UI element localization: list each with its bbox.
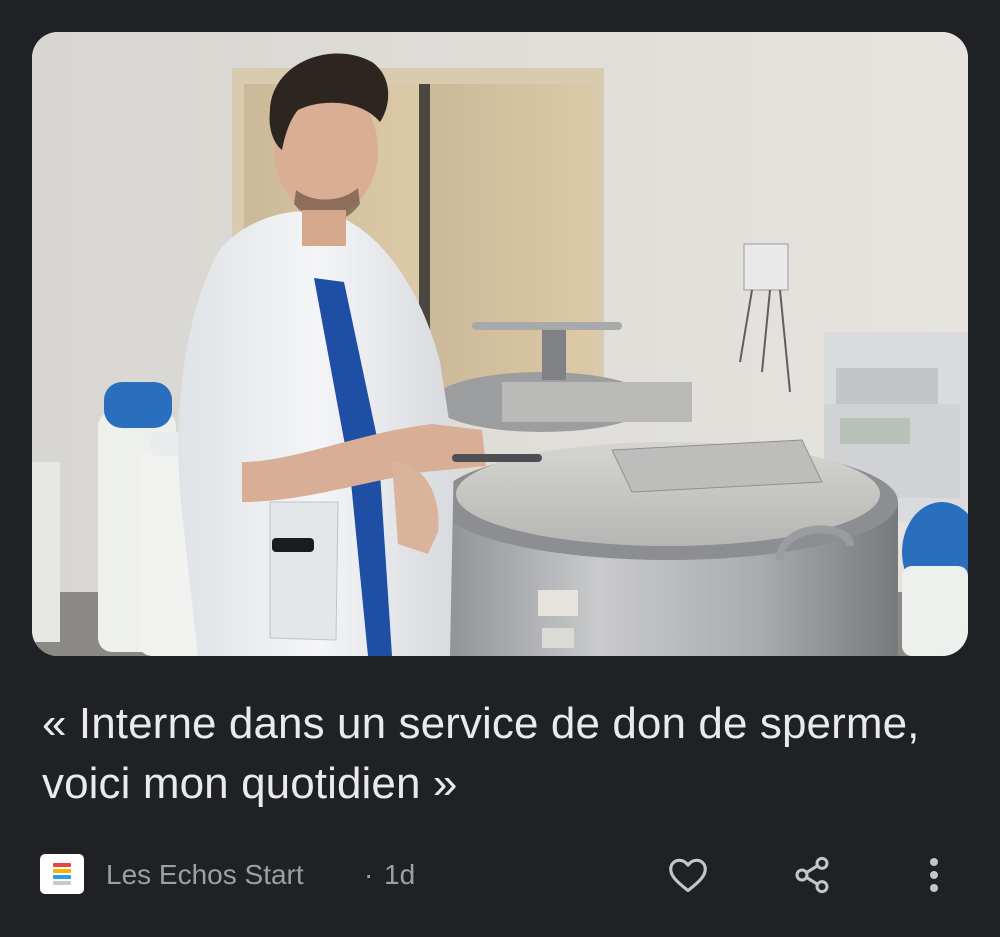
more-vertical-icon bbox=[930, 858, 938, 892]
meta-separator: · bbox=[364, 859, 374, 890]
article-headline[interactable]: « Interne dans un service de don de sper… bbox=[42, 694, 942, 814]
article-image[interactable] bbox=[32, 32, 968, 656]
article-meta: Les Echos Start · 1d bbox=[40, 852, 970, 898]
more-options-button[interactable] bbox=[910, 852, 958, 898]
publish-age: 1d bbox=[384, 859, 416, 890]
share-button[interactable] bbox=[788, 852, 836, 898]
like-button[interactable] bbox=[664, 852, 712, 898]
source-name[interactable]: Les Echos Start bbox=[106, 858, 304, 892]
source-logo bbox=[40, 854, 84, 894]
heart-icon bbox=[669, 858, 707, 893]
article-photo bbox=[32, 32, 968, 656]
news-card[interactable]: « Interne dans un service de don de sper… bbox=[0, 0, 1000, 937]
share-icon bbox=[795, 856, 829, 894]
